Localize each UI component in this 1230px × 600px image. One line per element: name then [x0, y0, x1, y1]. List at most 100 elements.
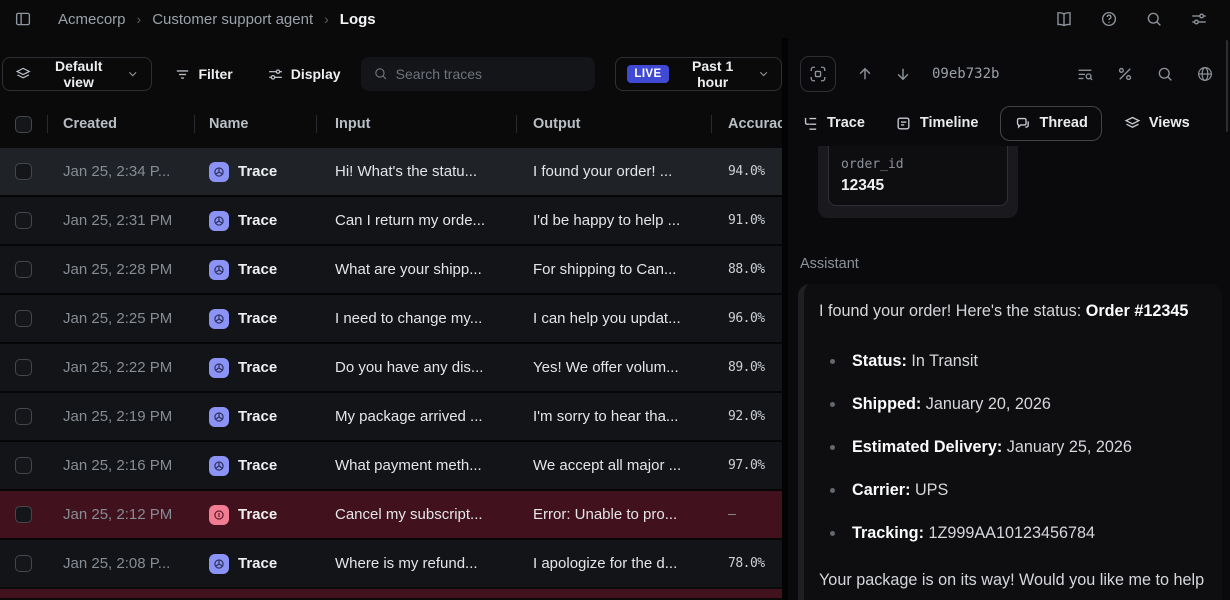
panel-tabs: Trace Timeline Thread Views [788, 100, 1230, 146]
assistant-message-bubble[interactable]: I found your order! Here's the status: O… [798, 284, 1222, 600]
bullet-value: January 25, 2026 [1002, 438, 1132, 456]
row-accuracy: 97.0% [712, 458, 782, 473]
tab-views[interactable]: Views [1124, 115, 1190, 132]
row-name-cell: Trace [195, 162, 317, 182]
header-created[interactable]: Created [48, 100, 195, 148]
next-trace-arrow-down-icon[interactable] [894, 65, 912, 83]
expand-panel-button[interactable] [800, 56, 836, 92]
row-name: Trace [238, 261, 277, 278]
table-row[interactable]: Jan 25, 2:16 PM Trace What payment meth.… [0, 442, 782, 489]
layers-icon [15, 66, 31, 83]
tab-thread[interactable]: Thread [1000, 106, 1101, 141]
order-status-item: Status: In Transit [819, 347, 1208, 376]
search-icon[interactable] [1145, 10, 1163, 28]
trace-id[interactable]: 09eb732b [932, 66, 999, 82]
settings-sliders-icon[interactable] [1190, 10, 1208, 28]
thread-chat-icon [1014, 115, 1031, 132]
breadcrumb: Acmecorp › Customer support agent › Logs [58, 11, 376, 28]
row-accuracy: 92.0% [712, 409, 782, 424]
row-input: Hi! What's the statu... [317, 163, 517, 180]
search-traces-box[interactable] [361, 57, 596, 91]
table-row[interactable]: Jan 25, 2:25 PM Trace I need to change m… [0, 295, 782, 342]
search-traces-input[interactable] [396, 66, 584, 82]
row-checkbox[interactable] [15, 163, 32, 180]
assistant-role-label: Assistant [800, 256, 1222, 272]
breadcrumb-separator: › [137, 11, 142, 27]
breadcrumb-org[interactable]: Acmecorp [58, 11, 126, 28]
tab-timeline[interactable]: Timeline [895, 115, 979, 132]
row-created: Jan 25, 2:08 P... [48, 555, 195, 572]
traces-toolbar: Default view Filter Display [0, 38, 782, 100]
tab-trace[interactable]: Trace [802, 115, 865, 132]
trace-detail-panel: 09eb732b Trace [788, 38, 1230, 600]
help-icon[interactable] [1100, 10, 1118, 28]
default-view-label: Default view [39, 58, 118, 90]
table-header: Created Name Input Output Accuracy [0, 100, 782, 148]
select-all-checkbox[interactable] [15, 116, 32, 133]
row-checkbox[interactable] [15, 310, 32, 327]
row-output: I apologize for the d... [517, 555, 712, 572]
header-name[interactable]: Name [195, 100, 317, 148]
row-checkbox[interactable] [15, 212, 32, 229]
panel-scrollbar[interactable] [1226, 40, 1228, 132]
filter-label: Filter [198, 66, 232, 82]
breadcrumb-current-page: Logs [340, 11, 376, 28]
docs-book-icon[interactable] [1055, 10, 1073, 28]
row-checkbox[interactable] [15, 457, 32, 474]
row-input: Where is my refund... [317, 555, 517, 572]
row-select-cell [0, 163, 48, 180]
row-checkbox[interactable] [15, 408, 32, 425]
row-name: Trace [238, 555, 277, 572]
bullet-label: Carrier: [852, 481, 910, 499]
display-sliders-icon [267, 66, 284, 83]
header-output[interactable]: Output [517, 100, 712, 148]
display-label: Display [291, 66, 341, 82]
row-name: Trace [238, 359, 277, 376]
row-name-cell: Trace [195, 211, 317, 231]
header-input[interactable]: Input [317, 100, 517, 148]
default-view-button[interactable]: Default view [2, 57, 152, 91]
row-name: Trace [238, 163, 277, 180]
breadcrumb-project[interactable]: Customer support agent [152, 11, 313, 28]
percent-icon[interactable] [1116, 65, 1134, 83]
table-row[interactable]: Jan 25, 2:12 PM Trace Cancel my subscrip… [0, 491, 782, 538]
sidebar-toggle-icon[interactable] [14, 10, 32, 28]
row-checkbox[interactable] [15, 359, 32, 376]
chevron-down-icon [757, 67, 770, 81]
trace-icon [209, 211, 229, 231]
table-row[interactable]: Jan 25, 2:22 PM Trace Do you have any di… [0, 344, 782, 391]
row-name: Trace [238, 310, 277, 327]
table-row[interactable]: Jan 25, 2:08 P... Trace Where is my refu… [0, 540, 782, 587]
header-accuracy[interactable]: Accuracy [712, 100, 782, 148]
table-row[interactable]: Jan 25, 2:31 PM Trace Can I return my or… [0, 197, 782, 244]
globe-icon[interactable] [1196, 65, 1214, 83]
list-search-icon[interactable] [1076, 65, 1094, 83]
bullet-value: 1Z999AA10123456784 [924, 524, 1095, 542]
table-row[interactable]: Jan 25, 2:19 PM Trace My package arrived… [0, 393, 782, 440]
tool-call-card[interactable]: order_id 12345 [818, 146, 1018, 218]
time-range-button[interactable]: LIVE Past 1 hour [615, 57, 782, 91]
table-row[interactable]: Jan 25, 2:28 PM Trace What are your ship… [0, 246, 782, 293]
tool-arg-value: 12345 [841, 177, 995, 195]
prev-trace-arrow-up-icon[interactable] [856, 65, 874, 83]
main-split: Default view Filter Display [0, 38, 1230, 600]
bullet-value: In Transit [907, 352, 978, 370]
row-created: Jan 25, 2:12 PM [48, 506, 195, 523]
table-row-partial-error[interactable] [0, 589, 782, 598]
row-name-cell: Trace [195, 554, 317, 574]
row-checkbox[interactable] [15, 261, 32, 278]
bullet-icon [830, 531, 835, 536]
search-icon[interactable] [1156, 65, 1174, 83]
bullet-icon [830, 488, 835, 493]
row-checkbox[interactable] [15, 506, 32, 523]
traces-pane: Default view Filter Display [0, 38, 782, 600]
trace-icon [209, 554, 229, 574]
tool-arg-name: order_id [841, 157, 995, 172]
order-status-item: Tracking: 1Z999AA10123456784 [819, 519, 1208, 548]
filter-button[interactable]: Filter [168, 57, 238, 91]
bullet-value: January 20, 2026 [921, 395, 1051, 413]
table-row[interactable]: Jan 25, 2:34 P... Trace Hi! What's the s… [0, 148, 782, 195]
chevron-down-icon [126, 67, 139, 81]
display-button[interactable]: Display [261, 57, 347, 91]
row-checkbox[interactable] [15, 555, 32, 572]
